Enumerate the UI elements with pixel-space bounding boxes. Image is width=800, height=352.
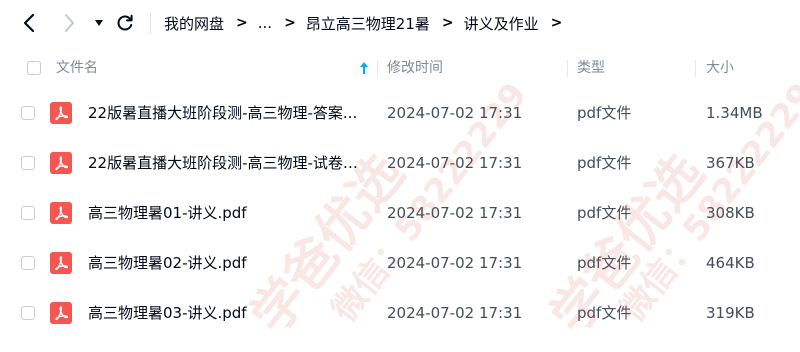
refresh-icon	[117, 14, 133, 31]
file-row[interactable]: 高三物理暑01-讲义.pdf 2024-07-02 17:31 pdf文件 30…	[0, 188, 800, 238]
forward-button[interactable]	[56, 10, 82, 36]
pdf-file-icon	[50, 252, 72, 274]
row-checkbox[interactable]	[21, 106, 35, 120]
row-checkbox[interactable]	[21, 156, 35, 170]
file-size: 367KB	[706, 154, 755, 172]
history-dropdown-button[interactable]	[90, 10, 108, 36]
row-checkbox[interactable]	[21, 256, 35, 270]
chevron-left-icon	[23, 13, 35, 33]
file-size: 308KB	[706, 204, 755, 222]
breadcrumb-item-root[interactable]: 我的网盘	[164, 13, 224, 34]
column-divider[interactable]	[695, 60, 696, 77]
breadcrumb: 我的网盘 > ... > 昂立高三物理21暑 > 讲义及作业 >	[164, 12, 572, 34]
file-size: 319KB	[706, 304, 755, 322]
file-name[interactable]: 22版暑直播大班阶段测-高三物理-试卷....	[88, 138, 358, 188]
pdf-file-icon	[50, 152, 72, 174]
file-type: pdf文件	[577, 204, 632, 222]
row-checkbox[interactable]	[21, 306, 35, 320]
file-name[interactable]: 高三物理暑02-讲义.pdf	[88, 238, 358, 288]
column-divider[interactable]	[377, 60, 378, 77]
sort-ascending-icon[interactable]	[359, 61, 369, 75]
file-name[interactable]: 22版暑直播大班阶段测-高三物理-答案...	[88, 88, 358, 138]
select-all-checkbox[interactable]	[27, 61, 41, 75]
header-size[interactable]: 大小	[706, 50, 734, 86]
file-size: 1.34MB	[706, 104, 763, 122]
chevron-right-icon	[65, 14, 74, 32]
file-type: pdf文件	[577, 254, 632, 272]
toolbar: 我的网盘 > ... > 昂立高三物理21暑 > 讲义及作业 >	[0, 0, 800, 47]
pdf-file-icon	[50, 102, 72, 124]
file-row[interactable]: 高三物理暑02-讲义.pdf 2024-07-02 17:31 pdf文件 46…	[0, 238, 800, 288]
back-button[interactable]	[14, 10, 44, 36]
file-type: pdf文件	[577, 104, 632, 122]
header-modified-time[interactable]: 修改时间	[387, 50, 443, 86]
header-name[interactable]: 文件名	[56, 50, 98, 86]
file-modified-time: 2024-07-02 17:31	[387, 154, 523, 172]
file-name[interactable]: 高三物理暑03-讲义.pdf	[88, 288, 358, 338]
file-list-header: 文件名 修改时间 类型 大小	[0, 50, 800, 86]
breadcrumb-separator-icon: >	[441, 15, 454, 31]
file-name[interactable]: 高三物理暑01-讲义.pdf	[88, 188, 358, 238]
breadcrumb-separator-icon: >	[550, 15, 563, 31]
file-row[interactable]: 22版暑直播大班阶段测-高三物理-答案... 2024-07-02 17:31 …	[0, 88, 800, 138]
breadcrumb-item-folder[interactable]: 昂立高三物理21暑	[306, 13, 430, 34]
file-row[interactable]: 高三物理暑03-讲义.pdf 2024-07-02 17:31 pdf文件 31…	[0, 288, 800, 338]
refresh-button[interactable]	[113, 10, 137, 36]
file-modified-time: 2024-07-02 17:31	[387, 104, 523, 122]
file-modified-time: 2024-07-02 17:31	[387, 204, 523, 222]
file-modified-time: 2024-07-02 17:31	[387, 304, 523, 322]
file-modified-time: 2024-07-02 17:31	[387, 254, 523, 272]
header-type[interactable]: 类型	[577, 50, 605, 86]
pdf-file-icon	[50, 202, 72, 224]
file-type: pdf文件	[577, 304, 632, 322]
breadcrumb-item-ellipsis[interactable]: ...	[258, 14, 272, 32]
file-size: 464KB	[706, 254, 755, 272]
breadcrumb-separator-icon: >	[284, 15, 296, 31]
pdf-file-icon	[50, 302, 72, 324]
file-type: pdf文件	[577, 154, 632, 172]
column-divider[interactable]	[567, 60, 568, 77]
caret-down-icon	[95, 20, 103, 26]
toolbar-divider	[150, 13, 151, 34]
breadcrumb-separator-icon: >	[236, 15, 248, 31]
row-checkbox[interactable]	[21, 206, 35, 220]
breadcrumb-item-current[interactable]: 讲义及作业	[464, 13, 539, 34]
file-row[interactable]: 22版暑直播大班阶段测-高三物理-试卷.... 2024-07-02 17:31…	[0, 138, 800, 188]
